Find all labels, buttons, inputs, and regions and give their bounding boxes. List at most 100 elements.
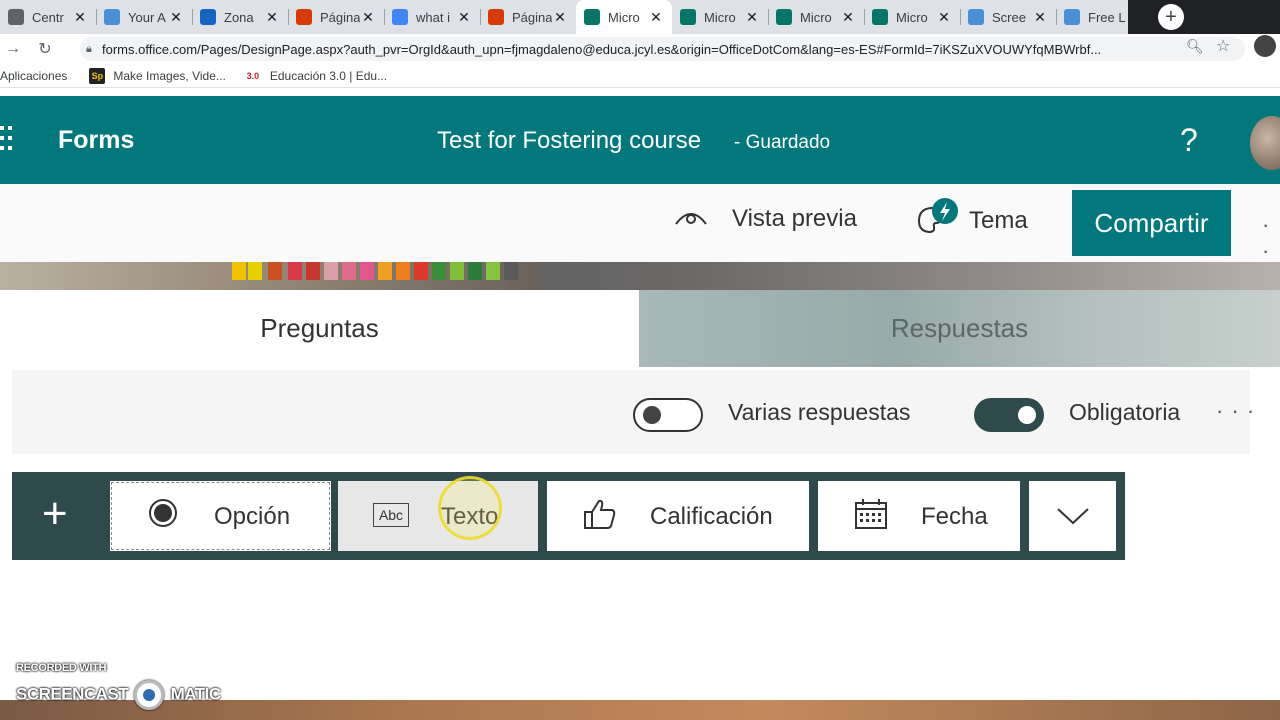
close-tab-icon[interactable]: ✕ <box>264 9 280 26</box>
theme-button[interactable]: Tema <box>915 198 1028 237</box>
close-tab-icon[interactable]: ✕ <box>840 9 856 26</box>
browser-tab[interactable]: Micro ✕ <box>768 0 864 34</box>
add-choice-button[interactable]: Opción <box>110 481 331 551</box>
bookmark-make-images[interactable]: Sp Make Images, Vide... <box>89 67 226 84</box>
pencil-decoration <box>396 262 410 280</box>
forms-icon <box>680 9 696 25</box>
reload-icon[interactable]: ↻ <box>32 39 58 59</box>
edu-icon: 3.0 <box>246 70 260 81</box>
close-tab-icon[interactable]: ✕ <box>168 9 184 26</box>
close-tab-icon[interactable]: ✕ <box>936 9 952 26</box>
browser-tab-title: Zona <box>224 9 254 25</box>
url-field[interactable]: 🔒︎ forms.office.com/Pages/DesignPage.asp… <box>80 37 1245 61</box>
pencil-decoration <box>378 262 392 280</box>
tabstrip-dark-area <box>1128 0 1280 34</box>
pencil-decoration <box>232 262 246 280</box>
url-text: forms.office.com/Pages/DesignPage.aspx?a… <box>102 41 1102 57</box>
app-name[interactable]: Forms <box>58 126 134 155</box>
cursor-highlight <box>438 476 502 540</box>
close-tab-icon[interactable]: ✕ <box>360 9 376 26</box>
browser-tab[interactable]: Scree ✕ <box>960 0 1056 34</box>
pencil-decoration <box>486 262 500 280</box>
browser-tab[interactable]: Página ✕ <box>288 0 384 34</box>
circle-icon <box>968 9 984 25</box>
browser-tab-title: Micro <box>704 9 736 25</box>
tab-questions[interactable]: Preguntas <box>0 290 639 367</box>
theme-banner-image <box>0 262 1280 290</box>
question-options-bar <box>12 370 1250 454</box>
pencil-decoration <box>450 262 464 280</box>
bookmark-educacion-label: Educación 3.0 | Edu... <box>269 68 388 83</box>
bookmark-star-icon[interactable]: ☆ <box>1216 36 1230 56</box>
forms-icon <box>776 9 792 25</box>
required-toggle[interactable] <box>974 398 1044 432</box>
browser-tab-title: Free L <box>1088 9 1126 25</box>
browser-tab[interactable]: Página ✕ <box>480 0 576 34</box>
zona-logo-icon <box>200 9 216 25</box>
browser-tab[interactable]: Your A ✕ <box>96 0 192 34</box>
pencil-decoration <box>342 262 356 280</box>
close-tab-icon[interactable]: ✕ <box>552 9 568 26</box>
share-button[interactable]: Compartir <box>1072 190 1231 256</box>
browser-tab-title: what i <box>416 9 450 25</box>
watermark-left: SCREENCAST <box>16 684 129 704</box>
app-launcher-icon[interactable] <box>0 126 16 154</box>
office-icon <box>296 9 312 25</box>
browser-tab[interactable]: Centr ✕ <box>0 0 96 34</box>
pencil-decoration <box>468 262 482 280</box>
office-icon <box>488 9 504 25</box>
browser-tab[interactable]: what i ✕ <box>384 0 480 34</box>
pencil-decoration <box>432 262 446 280</box>
bookmark-apps[interactable]: Aplicaciones <box>0 69 67 83</box>
add-rating-label: Calificación <box>650 503 773 530</box>
browser-tab-title: Página <box>320 9 360 25</box>
pencil-decoration <box>306 262 320 280</box>
browser-tab-strip: Centr ✕ Your A ✕ Zona ✕ Página ✕ what i ✕ Página ✕ M… <box>0 0 1280 34</box>
browser-tab[interactable]: Zona ✕ <box>192 0 288 34</box>
close-tab-icon[interactable]: ✕ <box>648 9 664 26</box>
pencil-decoration <box>360 262 374 280</box>
sp-icon: Sp <box>89 67 106 84</box>
add-rating-button[interactable]: Calificación <box>547 481 809 551</box>
help-icon[interactable]: ? <box>1180 122 1198 159</box>
new-tab-button[interactable]: + <box>1158 4 1184 30</box>
calendar-icon <box>855 499 887 529</box>
close-tab-icon[interactable]: ✕ <box>1032 9 1048 26</box>
form-title: Test for Fostering course <box>437 127 702 154</box>
browser-profile-icon[interactable] <box>1254 35 1276 57</box>
required-label: Obligatoria <box>1069 399 1181 425</box>
browser-tab-title: Micro <box>800 9 832 25</box>
browser-tab[interactable]: Micro ✕ <box>576 0 672 34</box>
toggle-knob <box>1018 406 1036 424</box>
close-tab-icon[interactable]: ✕ <box>72 9 88 26</box>
more-options-icon[interactable]: · · <box>1262 212 1280 264</box>
google-icon <box>392 9 408 25</box>
chevron-down-icon <box>1057 508 1089 525</box>
close-tab-icon[interactable]: ✕ <box>456 9 472 26</box>
watermark-right: MATIC <box>170 684 222 704</box>
screencast-logo-icon <box>134 680 165 710</box>
tab-responses[interactable]: Respuestas <box>639 290 1280 367</box>
browser-tab-title: Scree <box>992 9 1026 25</box>
browser-tab[interactable]: Micro ✕ <box>864 0 960 34</box>
pencil-decoration <box>504 262 518 280</box>
eye-icon <box>675 213 707 225</box>
bookmark-educacion[interactable]: 3.0 Educación 3.0 | Edu... <box>244 68 387 84</box>
forward-arrow-icon[interactable]: → <box>0 40 26 58</box>
question-more-icon[interactable]: · · · <box>1216 398 1255 424</box>
radio-icon <box>149 499 177 527</box>
browser-tab[interactable]: Micro ✕ <box>672 0 768 34</box>
close-tab-icon[interactable]: ✕ <box>744 9 760 26</box>
thumbs-up-icon <box>584 499 616 529</box>
multiple-answers-toggle[interactable] <box>633 398 703 432</box>
preview-label: Vista previa <box>732 205 857 232</box>
lock-icon: 🔒︎ <box>86 43 92 55</box>
preview-button[interactable]: Vista previa <box>674 205 857 233</box>
add-choice-label: Opción <box>214 503 291 530</box>
add-text-button[interactable]: Abc Texto <box>338 481 538 551</box>
zoom-icon[interactable]: 🔍︎ <box>1186 38 1204 55</box>
add-date-button[interactable]: Fecha <box>818 481 1020 551</box>
add-question-icon[interactable]: + <box>42 492 68 536</box>
bookmarks-bar: Aplicaciones Sp Make Images, Vide... 3.0… <box>0 64 1280 88</box>
more-question-types-button[interactable] <box>1029 481 1116 551</box>
